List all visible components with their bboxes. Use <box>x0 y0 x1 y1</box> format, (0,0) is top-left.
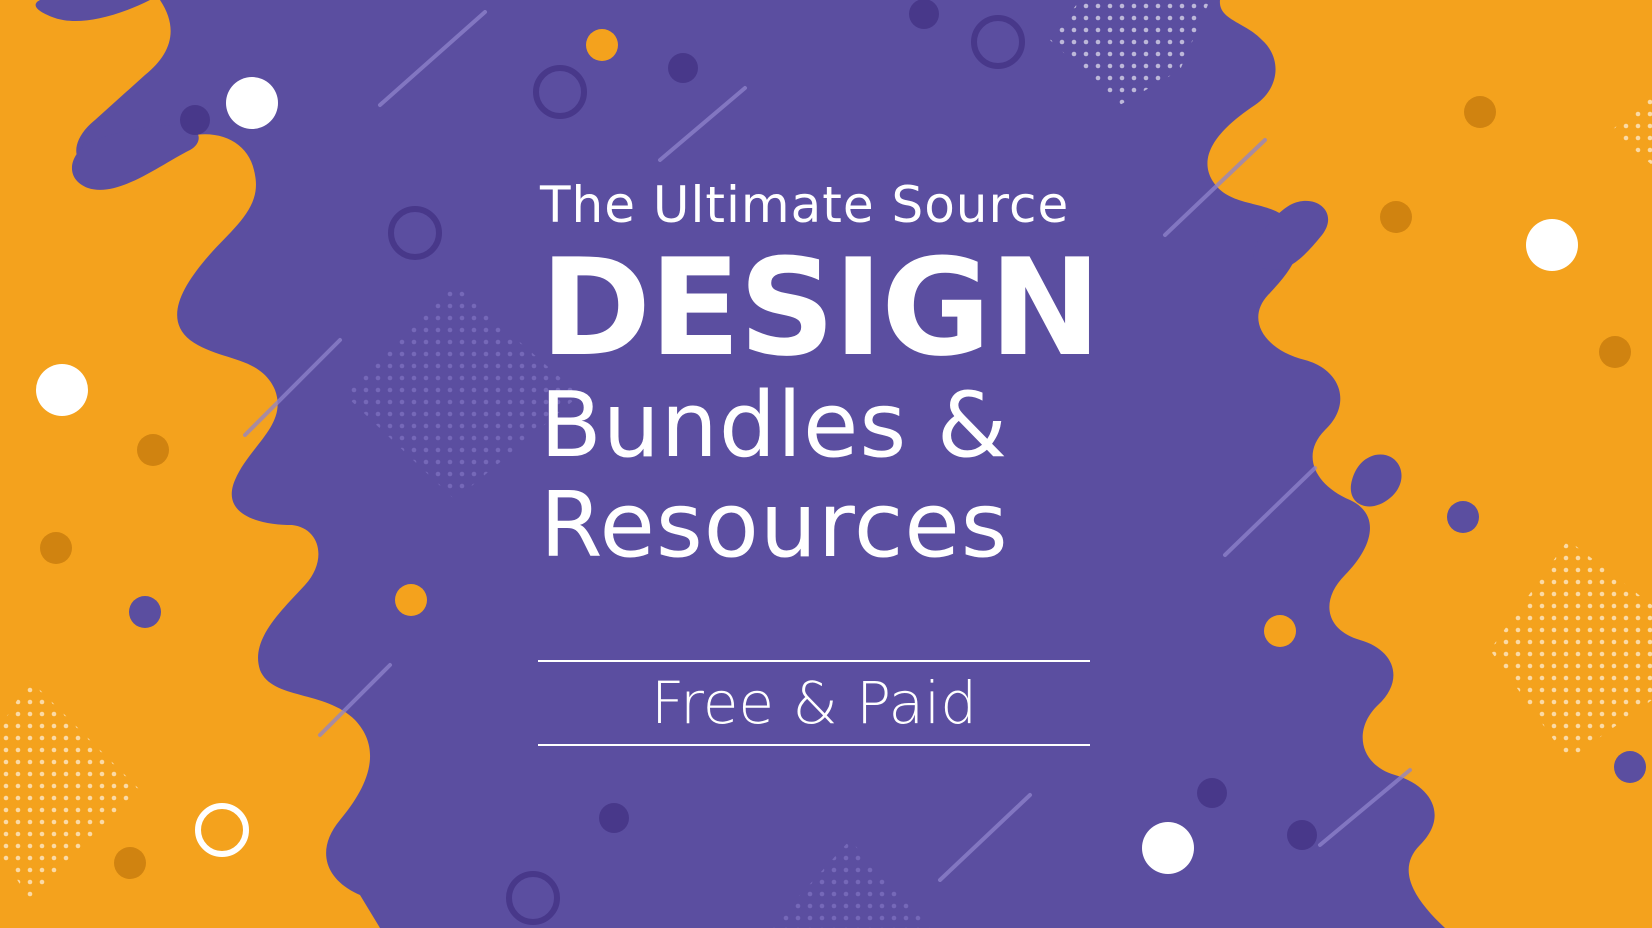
headline-subtitle-2: Resources <box>540 473 1009 578</box>
tagline-text: Free & Paid <box>650 669 978 737</box>
tagline: Free & Paid <box>538 660 1090 746</box>
headline: The Ultimate Source DESIGN Bundles & Res… <box>540 170 1112 576</box>
headline-subtitle-1: Bundles & <box>540 373 1009 478</box>
headline-main: DESIGN <box>540 230 1101 386</box>
design-bundles-banner: The Ultimate Source DESIGN Bundles & Res… <box>0 0 1652 928</box>
